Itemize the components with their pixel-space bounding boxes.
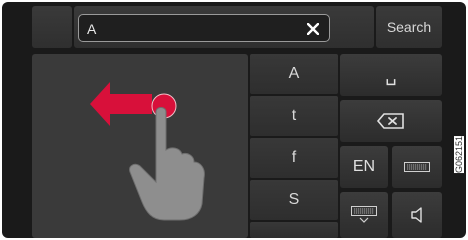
hide-keyboard-key[interactable] xyxy=(340,192,388,238)
keyboard-key[interactable] xyxy=(392,146,442,188)
suggestion-label: S xyxy=(288,191,300,208)
suggestion-label: t xyxy=(291,107,297,124)
handwriting-touchpad[interactable] xyxy=(32,54,248,238)
keyboard-hide-icon xyxy=(351,206,377,223)
search-button[interactable]: Search xyxy=(376,6,442,48)
suggestion-label: A xyxy=(288,65,300,82)
suggestion-list: A t f S xyxy=(250,54,338,238)
suggestion-item-partial[interactable] xyxy=(250,222,338,238)
swipe-gesture-illustration xyxy=(90,82,205,221)
suggestion-item[interactable]: f xyxy=(250,138,338,178)
clear-icon[interactable] xyxy=(303,19,323,39)
suggestion-item[interactable]: S xyxy=(250,180,338,220)
speaker-icon xyxy=(411,207,422,223)
space-key-label: ␣ xyxy=(385,64,397,85)
suggestion-item[interactable]: A xyxy=(250,54,338,94)
top-bar-left-panel xyxy=(32,6,72,48)
arrow-left-icon xyxy=(90,82,152,126)
search-input-text: A xyxy=(87,21,97,37)
suggestion-label: f xyxy=(291,149,297,166)
figure-code: G062151 xyxy=(454,136,464,174)
backspace-key[interactable] xyxy=(340,100,442,142)
language-key[interactable]: EN xyxy=(340,146,388,188)
hand-icon xyxy=(129,107,205,221)
search-button-label: Search xyxy=(386,19,432,35)
infotainment-screen: A Search A t f S ␣ EN xyxy=(2,2,466,238)
speaker-key[interactable] xyxy=(392,192,442,238)
space-key[interactable]: ␣ xyxy=(340,54,442,96)
backspace-icon xyxy=(376,113,404,129)
search-input[interactable]: A xyxy=(78,14,330,42)
keyboard-icon xyxy=(404,162,430,172)
suggestion-item[interactable]: t xyxy=(250,96,338,136)
language-key-label: EN xyxy=(352,158,376,175)
